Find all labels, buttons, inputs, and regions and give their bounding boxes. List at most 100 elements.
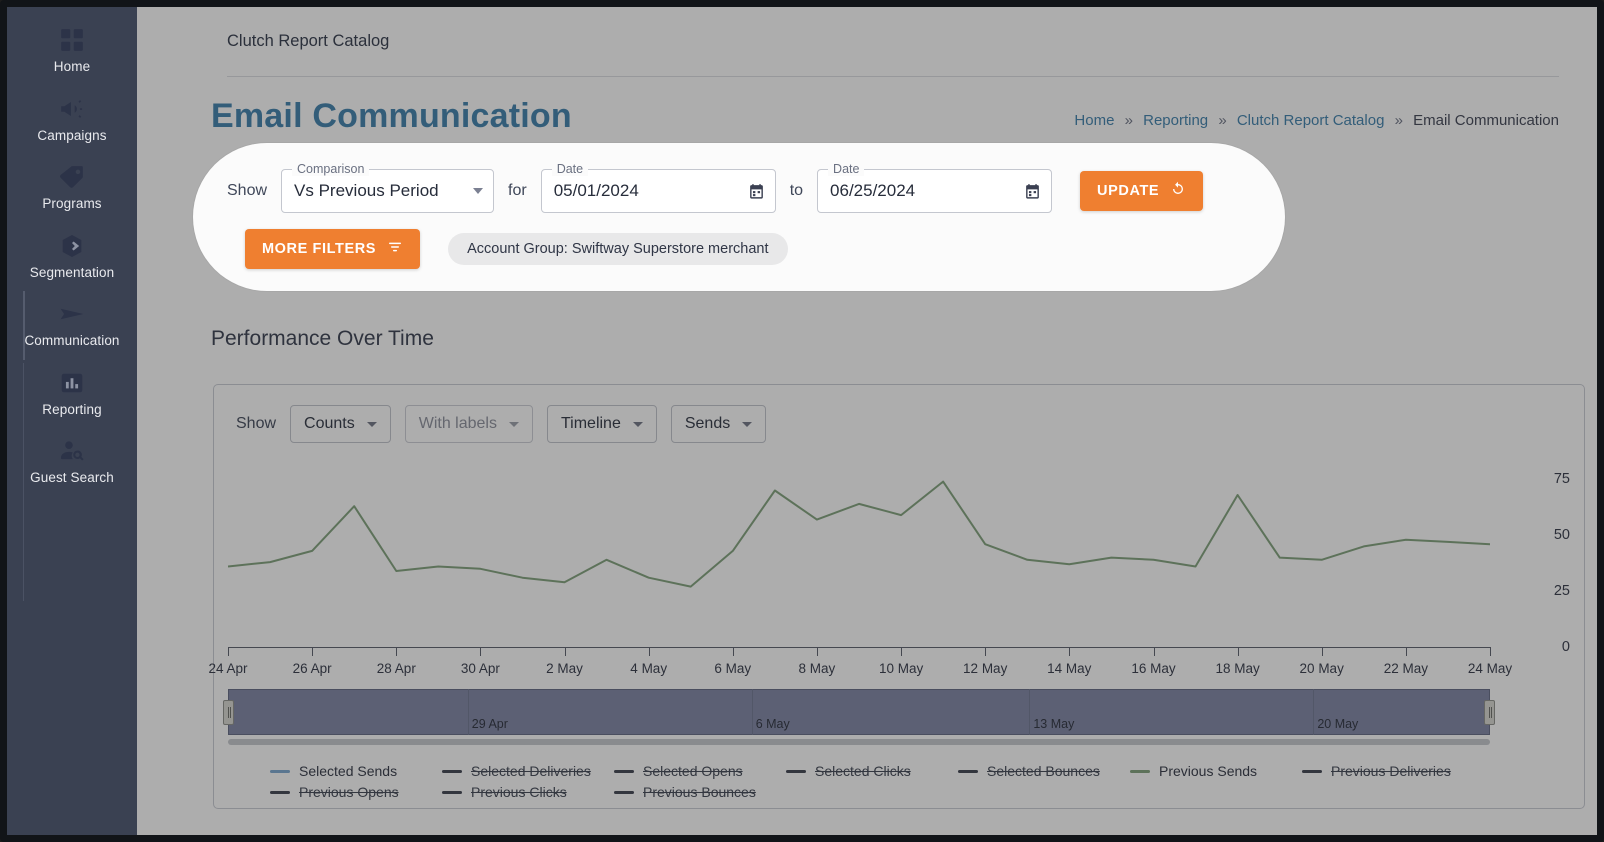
calendar-icon[interactable] [1024, 183, 1041, 200]
chevron-down-icon [508, 421, 519, 427]
x-axis-tick-label: 4 May [630, 661, 668, 676]
chart-dropdown-sends[interactable]: Sends [670, 405, 767, 443]
legend-swatch [786, 769, 806, 773]
x-axis-tick-label: 28 Apr [376, 661, 416, 676]
top-bar: Clutch Report Catalog [227, 7, 1559, 77]
legend-item-previous-deliveries[interactable]: Previous Deliveries [1302, 763, 1474, 779]
tag-icon [59, 164, 85, 190]
account-group-chip[interactable]: Account Group: Swiftway Superstore merch… [448, 233, 788, 265]
range-slider-scrollbar[interactable] [228, 739, 1490, 745]
update-button-label: UPDATE [1097, 183, 1160, 199]
sidebar-item-segmentation[interactable]: Segmentation [7, 221, 137, 290]
x-axis-tick-label: 12 May [963, 661, 1008, 676]
breadcrumb-separator: » [1124, 112, 1133, 129]
legend-swatch [614, 790, 634, 794]
legend-item-selected-sends[interactable]: Selected Sends [270, 763, 442, 779]
legend-item-previous-clicks[interactable]: Previous Clicks [442, 784, 614, 800]
chart-dropdown-counts[interactable]: Counts [290, 405, 391, 443]
calendar-icon[interactable] [748, 183, 765, 200]
legend-swatch [958, 769, 978, 773]
x-axis-tick-label: 8 May [798, 661, 836, 676]
legend-label: Selected Clicks [815, 763, 911, 779]
x-axis: 24 Apr 26 Apr 28 Apr 30 Apr 2 May 4 May 6 May 8… [208, 647, 1512, 683]
x-axis-tick [732, 647, 734, 656]
filter-row-primary: Show Comparison Vs Previous Period for D… [227, 162, 1251, 213]
chart-dropdown-timeline[interactable]: Timeline [546, 405, 657, 443]
to-label: to [789, 182, 804, 199]
range-slider-handle-right[interactable] [1484, 700, 1495, 725]
legend-swatch [1302, 769, 1322, 773]
date-to-field[interactable]: Date 06/25/2024 [817, 162, 1053, 213]
legend-label: Selected Sends [299, 763, 398, 779]
x-axis-tick [228, 647, 229, 656]
date-from-field[interactable]: Date 05/01/2024 [540, 162, 776, 213]
breadcrumb-item-reporting[interactable]: Reporting [1143, 112, 1208, 129]
range-slider-label: 29 Apr [471, 717, 508, 731]
legend-swatch [270, 790, 290, 794]
range-slider-track[interactable] [228, 689, 1490, 735]
breadcrumb-separator: » [1394, 112, 1403, 129]
sidebar-item-home[interactable]: Home [7, 15, 137, 84]
legend-item-previous-opens[interactable]: Previous Opens [270, 784, 442, 800]
segment-icon [59, 233, 85, 259]
more-filters-button[interactable]: MORE FILTERS [245, 229, 421, 269]
for-label: for [508, 182, 527, 199]
sidebar-item-reporting[interactable]: Reporting [7, 358, 137, 427]
plot-area: 0 25 50 75 [214, 457, 1584, 655]
chart-dropdown-with-labels-label: With labels [418, 415, 497, 432]
legend-swatch [1130, 769, 1150, 773]
legend-item-selected-deliveries[interactable]: Selected Deliveries [442, 763, 614, 779]
x-axis-tick-label: 16 May [1131, 661, 1176, 676]
comparison-value: Vs Previous Period [294, 181, 439, 200]
sidebar-item-guest-search[interactable]: Guest Search [7, 426, 137, 495]
person-search-icon [59, 438, 85, 464]
legend-swatch [614, 769, 634, 773]
legend-item-previous-sends[interactable]: Previous Sends [1130, 763, 1302, 779]
x-axis-tick-label: 30 Apr [460, 661, 500, 676]
update-button[interactable]: UPDATE [1080, 171, 1204, 211]
sidebar-item-label: Communication [24, 333, 120, 348]
chevron-down-icon [366, 421, 377, 427]
line-chart-svg [228, 457, 1490, 647]
chart-dropdown-counts-label: Counts [304, 415, 355, 432]
chart-dropdown-with-labels[interactable]: With labels [404, 405, 533, 443]
send-icon [59, 301, 85, 327]
comparison-select[interactable]: Comparison Vs Previous Period [281, 162, 495, 213]
legend-swatch [442, 769, 462, 773]
sidebar-item-programs[interactable]: Programs [7, 152, 137, 221]
sidebar-item-communication[interactable]: Communication [7, 289, 137, 359]
y-axis-tick-label: 75 [1553, 471, 1570, 488]
legend-item-selected-opens[interactable]: Selected Opens [614, 763, 786, 779]
more-filters-button-label: MORE FILTERS [262, 241, 377, 257]
range-slider-label: 20 May [1317, 717, 1359, 731]
filter-row-secondary: MORE FILTERS Account Group: Swiftway Sup… [227, 229, 1251, 269]
breadcrumb-item-clutch-report-catalog[interactable]: Clutch Report Catalog [1237, 112, 1385, 129]
legend-item-selected-clicks[interactable]: Selected Clicks [786, 763, 958, 779]
x-axis-tick-label: 14 May [1047, 661, 1092, 676]
breadcrumb-item-home[interactable]: Home [1074, 112, 1114, 129]
range-slider-handle-left[interactable] [223, 700, 234, 725]
x-axis-tick-label: 24 Apr [208, 661, 248, 676]
x-axis-tick [816, 647, 818, 656]
sidebar-item-campaigns[interactable]: Campaigns [7, 84, 137, 153]
legend-item-previous-bounces[interactable]: Previous Bounces [614, 784, 786, 800]
legend-label: Previous Opens [299, 784, 399, 800]
x-axis-tick [901, 647, 903, 656]
x-axis-tick [1321, 647, 1323, 656]
x-axis-tick-label: 24 May [1467, 661, 1513, 676]
comparison-legend: Comparison [292, 162, 370, 176]
range-slider[interactable]: 29 Apr 6 May 13 May 20 May [223, 689, 1495, 747]
legend-item-selected-bounces[interactable]: Selected Bounces [958, 763, 1130, 779]
date-from-legend: Date [551, 162, 589, 176]
breadcrumb: Home » Reporting » Clutch Report Catalog… [1074, 112, 1559, 133]
chevron-down-icon [742, 421, 753, 427]
x-axis-tick-label: 10 May [878, 661, 924, 676]
legend-swatch [442, 790, 462, 794]
chart-card: Show Counts With labels Timeline Sends 0… [208, 384, 1585, 809]
refresh-icon [1170, 181, 1186, 201]
legend-label: Selected Bounces [987, 763, 1100, 779]
sidebar-item-label: Home [53, 59, 91, 74]
breadcrumb-separator: » [1218, 112, 1227, 129]
legend-swatch [270, 769, 290, 773]
chart-controls: Show Counts With labels Timeline Sends [214, 385, 1584, 443]
